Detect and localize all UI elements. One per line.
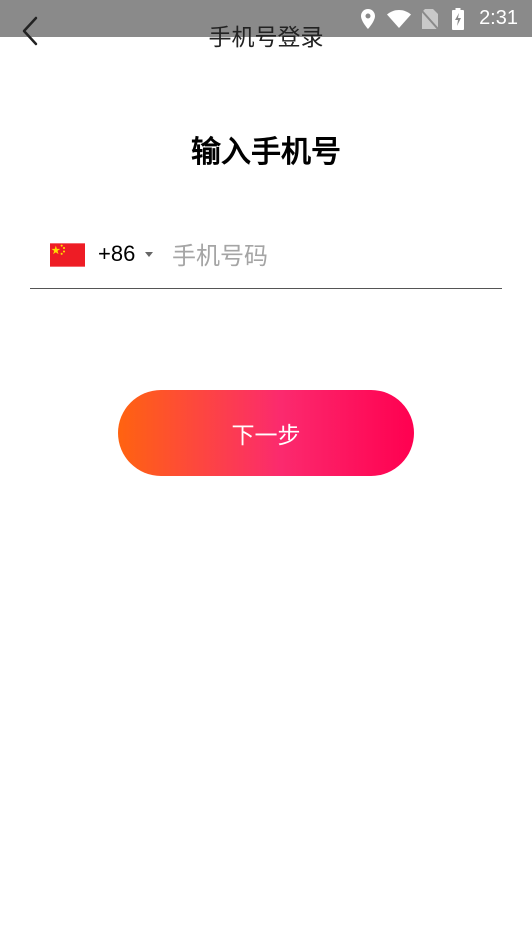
country-code-selector[interactable]: +86 [98,241,135,267]
next-button[interactable]: 下一步 [118,390,414,476]
phone-number-input[interactable] [172,234,492,278]
title-bar: 手机号登录 [0,0,532,60]
caret-down-icon[interactable] [145,252,153,257]
heading: 输入手机号 [191,135,341,170]
phone-input-row: +86 [30,226,502,289]
china-flag-icon[interactable] [50,243,85,267]
page-title: 手机号登录 [208,25,324,51]
